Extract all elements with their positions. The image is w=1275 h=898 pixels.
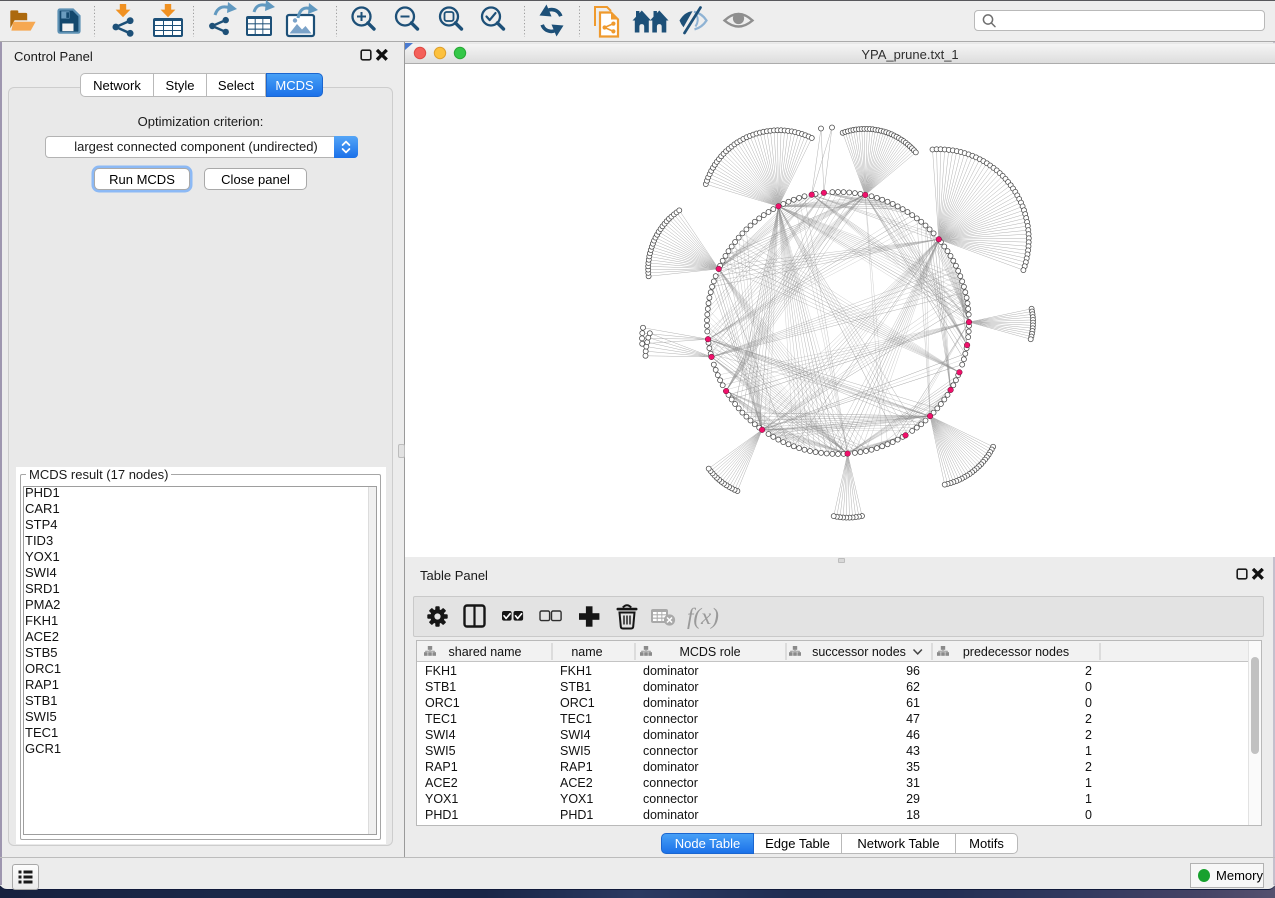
svg-text:shared name: shared name bbox=[449, 645, 522, 659]
svg-text:successor nodes: successor nodes bbox=[812, 645, 906, 659]
svg-text:f(x): f(x) bbox=[687, 604, 719, 629]
svg-text:MCDS role: MCDS role bbox=[679, 645, 740, 659]
svg-text:name: name bbox=[571, 645, 602, 659]
svg-text:predecessor nodes: predecessor nodes bbox=[963, 645, 1069, 659]
